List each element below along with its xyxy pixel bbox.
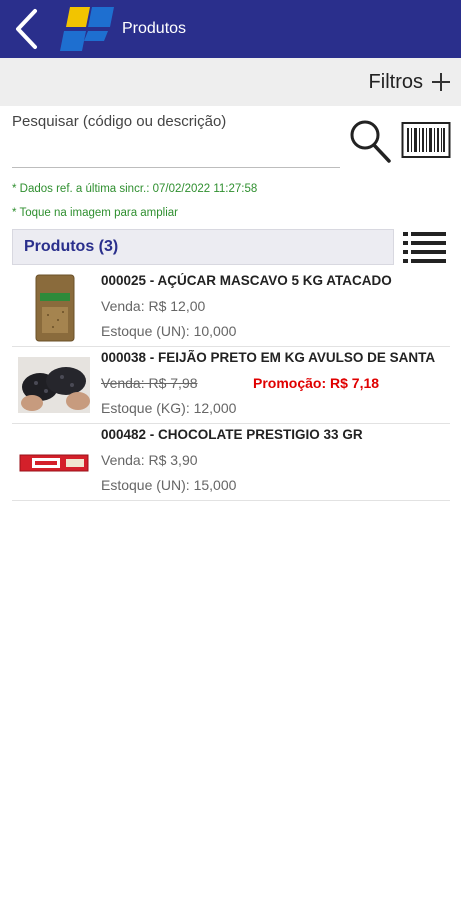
products-section-header: Produtos (3) <box>12 229 394 265</box>
product-price-struck: Venda: R$ 7,98 <box>101 375 198 391</box>
tap-image-hint: * Toque na imagem para ampliar <box>12 207 178 219</box>
search-field[interactable] <box>12 113 340 168</box>
sync-info-text: * Dados ref. a última sincr.: 07/02/2022… <box>12 183 258 195</box>
app-logo <box>58 3 118 55</box>
filters-button[interactable]: Filtros <box>369 71 451 94</box>
app-bar: Produtos <box>0 0 461 58</box>
barcode-icon <box>401 122 451 158</box>
list-view-toggle-button[interactable] <box>403 231 446 265</box>
product-name: 000038 - FEIJÃO PRETO EM KG AVULSO DE SA… <box>101 350 436 365</box>
filter-bar: Filtros <box>0 58 461 106</box>
product-name: 000025 - AÇÚCAR MASCAVO 5 KG ATACADO <box>101 273 392 288</box>
product-stock: Estoque (KG): 12,000 <box>101 400 237 416</box>
product-image-sugar-bag[interactable] <box>18 273 90 343</box>
page-title: Produtos <box>122 20 187 37</box>
back-button[interactable] <box>0 0 52 58</box>
product-stock: Estoque (UN): 10,000 <box>101 323 237 339</box>
product-stock: Estoque (UN): 15,000 <box>101 477 237 493</box>
promo-price: Promoção: R$ 7,18 <box>253 375 380 391</box>
search-icon <box>350 120 391 163</box>
back-arrow-icon <box>16 9 37 49</box>
product-price: Venda: R$ 12,00 <box>101 298 206 314</box>
product-item[interactable]: 000482 - CHOCOLATE PRESTIGIO 33 GR Venda… <box>12 424 450 501</box>
product-item[interactable]: 000025 - AÇÚCAR MASCAVO 5 KG ATACADO Ven… <box>12 270 450 347</box>
filters-label: Filtros <box>368 70 423 93</box>
product-image-black-beans[interactable] <box>18 357 90 413</box>
original-price: Venda: R$ 7,98 <box>101 375 198 391</box>
product-image-chocolate-bar[interactable] <box>18 452 90 474</box>
barcode-scan-button[interactable] <box>401 119 451 161</box>
products-count-title: Produtos (3) <box>24 238 119 255</box>
product-price: Venda: R$ 3,90 <box>101 452 198 468</box>
product-item[interactable]: 000038 - FEIJÃO PRETO EM KG AVULSO DE SA… <box>12 347 450 424</box>
product-name: 000482 - CHOCOLATE PRESTIGIO 33 GR <box>101 427 363 442</box>
list-view-icon <box>403 232 446 263</box>
search-button[interactable] <box>348 118 392 164</box>
search-input[interactable] <box>12 113 340 130</box>
plus-icon <box>432 73 450 91</box>
